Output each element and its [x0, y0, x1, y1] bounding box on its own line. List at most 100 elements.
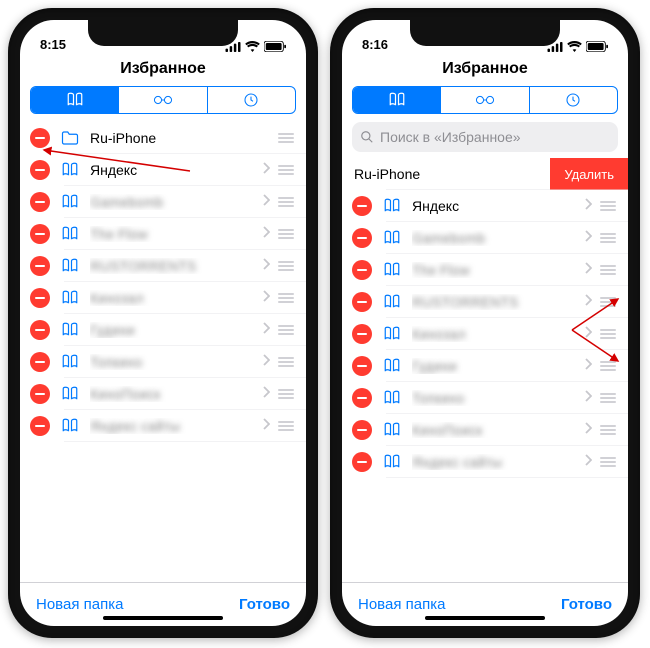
reorder-handle[interactable] — [278, 357, 296, 367]
reorder-handle[interactable] — [278, 165, 296, 175]
tab-bookmarks[interactable] — [31, 87, 119, 113]
list-item[interactable]: Ru-iPhoneУдалить — [342, 158, 628, 190]
list-item[interactable]: Топкино — [20, 346, 306, 378]
chevron-right-icon — [584, 294, 592, 306]
tab-reading-list[interactable] — [441, 87, 529, 113]
book-icon — [382, 229, 402, 247]
tab-history[interactable] — [208, 87, 295, 113]
folder-icon — [61, 130, 79, 146]
delete-toggle[interactable] — [352, 196, 372, 216]
list-item[interactable]: Яндекс сайты — [342, 446, 628, 478]
status-time: 8:16 — [362, 37, 388, 52]
delete-toggle[interactable] — [352, 420, 372, 440]
search-input[interactable]: Поиск в «Избранное» — [352, 122, 618, 152]
list-item[interactable]: Яндекс сайты — [20, 410, 306, 442]
delete-toggle[interactable] — [352, 260, 372, 280]
delete-toggle[interactable] — [30, 160, 50, 180]
delete-toggle[interactable] — [352, 356, 372, 376]
chevron-right-icon — [584, 358, 592, 370]
chevron-right-icon — [262, 386, 270, 398]
reorder-handle[interactable] — [278, 229, 296, 239]
delete-toggle[interactable] — [30, 256, 50, 276]
list-item[interactable]: КиноПоиск — [342, 414, 628, 446]
list-item[interactable]: Gamebomb — [342, 222, 628, 254]
item-label: RUSTORRENTS — [412, 294, 580, 310]
delete-toggle[interactable] — [352, 228, 372, 248]
reorder-handle[interactable] — [278, 421, 296, 431]
reorder-handle[interactable] — [600, 393, 618, 403]
new-folder-button[interactable]: Новая папка — [358, 596, 445, 613]
delete-toggle[interactable] — [30, 224, 50, 244]
list-item[interactable]: Гудини — [342, 350, 628, 382]
reorder-handle[interactable] — [600, 457, 618, 467]
chevron-right-icon — [262, 417, 270, 435]
list-item[interactable]: Кинозал — [20, 282, 306, 314]
item-label: RUSTORRENTS — [90, 258, 258, 274]
list-item[interactable]: Кинозал — [342, 318, 628, 350]
list-item[interactable]: Топкино — [342, 382, 628, 414]
list-item[interactable]: Яндекс — [20, 154, 306, 186]
page-title: Избранное — [20, 54, 306, 86]
delete-toggle[interactable] — [30, 128, 50, 148]
search-placeholder: Поиск в «Избранное» — [380, 129, 521, 145]
reorder-handle[interactable] — [600, 425, 618, 435]
list-item[interactable]: RUSTORRENTS — [342, 286, 628, 318]
bookmark-list: Ru-iPhoneУдалитьЯндексGamebombThe Flow RU… — [342, 158, 628, 582]
bookmark-list: Ru-iPhoneЯндексGamebombThe Flow RUSTORREN… — [20, 122, 306, 582]
tab-reading-list[interactable] — [119, 87, 207, 113]
reorder-handle[interactable] — [278, 133, 296, 143]
book-icon — [383, 389, 401, 407]
segmented-control — [20, 86, 306, 122]
book-icon — [60, 353, 80, 371]
list-item[interactable]: Гудини — [20, 314, 306, 346]
book-icon — [383, 453, 401, 471]
book-icon — [383, 357, 401, 375]
notch — [88, 20, 238, 46]
book-icon — [382, 293, 402, 311]
delete-button[interactable]: Удалить — [550, 158, 628, 190]
delete-toggle[interactable] — [352, 324, 372, 344]
list-item[interactable]: The Flow — [20, 218, 306, 250]
done-button[interactable]: Готово — [239, 596, 290, 613]
book-icon — [60, 289, 80, 307]
book-icon — [60, 257, 80, 275]
list-item[interactable]: The Flow — [342, 254, 628, 286]
tab-history[interactable] — [530, 87, 617, 113]
delete-toggle[interactable] — [30, 288, 50, 308]
list-item[interactable]: Ru-iPhone — [20, 122, 306, 154]
reorder-handle[interactable] — [600, 201, 618, 211]
tab-bookmarks[interactable] — [353, 87, 441, 113]
chevron-right-icon — [584, 325, 592, 343]
reorder-handle[interactable] — [600, 329, 618, 339]
reorder-handle[interactable] — [278, 293, 296, 303]
reorder-handle[interactable] — [600, 361, 618, 371]
reorder-handle[interactable] — [600, 233, 618, 243]
reorder-handle[interactable] — [278, 261, 296, 271]
list-item[interactable]: КиноПоиск — [20, 378, 306, 410]
delete-toggle[interactable] — [30, 416, 50, 436]
chevron-right-icon — [262, 194, 270, 206]
list-item[interactable]: Gamebomb — [20, 186, 306, 218]
status-icons — [225, 41, 286, 52]
reorder-handle[interactable] — [278, 197, 296, 207]
reorder-handle[interactable] — [600, 265, 618, 275]
delete-toggle[interactable] — [30, 192, 50, 212]
done-button[interactable]: Готово — [561, 596, 612, 613]
item-label: Топкино — [90, 354, 258, 370]
reorder-handle[interactable] — [278, 389, 296, 399]
delete-toggle[interactable] — [30, 320, 50, 340]
list-item[interactable]: Яндекс — [342, 190, 628, 222]
delete-toggle[interactable] — [352, 452, 372, 472]
list-item[interactable]: RUSTORRENTS — [20, 250, 306, 282]
chevron-right-icon — [262, 225, 270, 243]
delete-toggle[interactable] — [352, 388, 372, 408]
delete-toggle[interactable] — [352, 292, 372, 312]
reorder-handle[interactable] — [278, 325, 296, 335]
delete-toggle[interactable] — [30, 352, 50, 372]
book-icon — [383, 421, 401, 439]
status-time: 8:15 — [40, 37, 66, 52]
chevron-right-icon — [584, 197, 592, 215]
reorder-handle[interactable] — [600, 297, 618, 307]
new-folder-button[interactable]: Новая папка — [36, 596, 123, 613]
delete-toggle[interactable] — [30, 384, 50, 404]
